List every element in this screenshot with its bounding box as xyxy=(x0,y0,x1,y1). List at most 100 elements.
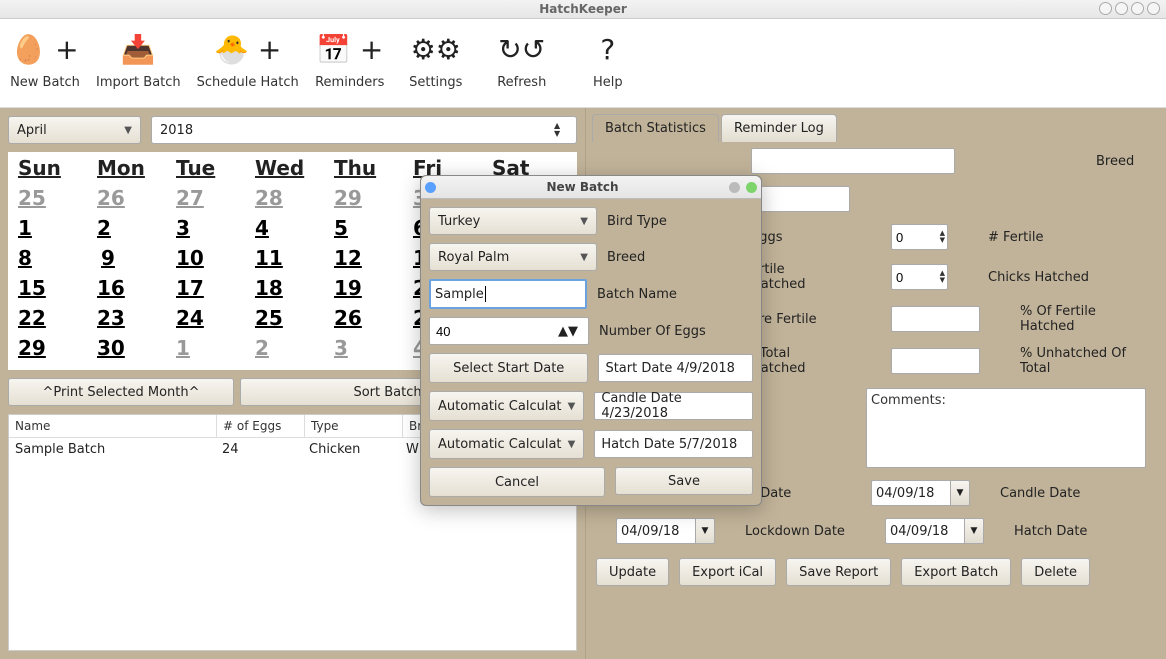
cal-day[interactable]: 2 xyxy=(253,334,332,364)
cal-header-tue: Tue xyxy=(174,154,253,184)
delete-button[interactable]: Delete xyxy=(1021,558,1090,586)
egg-count-value[interactable] xyxy=(434,323,558,340)
hatch-calc-select[interactable]: Automatic Calculat▼ xyxy=(429,429,584,459)
chevron-down-icon[interactable]: ▼ xyxy=(950,480,970,506)
cal-day[interactable]: 11 xyxy=(253,244,332,274)
dialog-minimize-icon[interactable] xyxy=(729,182,740,193)
batch-name-input[interactable]: Sample xyxy=(429,279,587,309)
cal-day[interactable]: 2 xyxy=(95,214,174,244)
breed-field-label: Breed xyxy=(607,250,645,265)
egg-spinner[interactable]: ▲▼ xyxy=(558,324,578,339)
cal-day[interactable]: 12 xyxy=(332,244,411,274)
cal-day[interactable]: 19 xyxy=(332,274,411,304)
month-select[interactable]: April ▼ xyxy=(8,116,141,144)
egg-count-input[interactable]: ▲▼ xyxy=(429,317,589,345)
cal-day[interactable]: 18 xyxy=(253,274,332,304)
cal-day[interactable]: 15 xyxy=(16,274,95,304)
hatch-date-input[interactable]: 04/09/18▼ xyxy=(885,518,984,544)
maximize-icon[interactable] xyxy=(1115,2,1128,15)
cal-day[interactable]: 25 xyxy=(16,184,95,214)
stat-input-2[interactable] xyxy=(751,186,850,212)
cancel-button[interactable]: Cancel xyxy=(429,467,605,497)
hatch-date-value: 04/09/18 xyxy=(885,518,964,544)
import-batch-icon: 📥 xyxy=(103,25,173,73)
cal-day[interactable]: 22 xyxy=(16,304,95,334)
print-month-button[interactable]: ^Print Selected Month^ xyxy=(8,378,234,406)
fertile-value[interactable] xyxy=(892,229,930,246)
settings-button[interactable]: ⚙⚙Settings xyxy=(395,25,477,90)
candle-calc-select[interactable]: Automatic Calculat▼ xyxy=(429,391,584,421)
cal-day[interactable]: 1 xyxy=(174,334,253,364)
cal-day[interactable]: 29 xyxy=(16,334,95,364)
schedule-hatch-button[interactable]: 🐣 +Schedule Hatch xyxy=(191,25,305,90)
new-batch-button[interactable]: 🥚 +New Batch xyxy=(4,25,86,90)
select-start-date-button[interactable]: Select Start Date xyxy=(429,353,588,383)
col-eggs[interactable]: # of Eggs xyxy=(217,415,305,437)
settings-label: Settings xyxy=(409,75,462,90)
comments-box[interactable]: Comments: xyxy=(866,388,1146,468)
pct-fertile-input[interactable] xyxy=(891,306,980,332)
save-button[interactable]: Save xyxy=(615,467,753,495)
pct-unhatched-input[interactable] xyxy=(891,348,980,374)
export-batch-button[interactable]: Export Batch xyxy=(901,558,1011,586)
dialog-titlebar[interactable]: New Batch xyxy=(421,176,761,199)
cell-eggs: 24 xyxy=(216,438,303,461)
start-date-display[interactable]: Start Date 4/9/2018 xyxy=(598,354,753,382)
cal-day[interactable]: 27 xyxy=(174,184,253,214)
update-button[interactable]: Update xyxy=(596,558,669,586)
close-icon[interactable] xyxy=(1131,2,1144,15)
help-button[interactable]: ?Help xyxy=(567,25,649,90)
cal-day[interactable]: 4 xyxy=(253,214,332,244)
cal-day[interactable]: 26 xyxy=(332,304,411,334)
cal-day[interactable]: 10 xyxy=(174,244,253,274)
minimize-icon[interactable] xyxy=(1099,2,1112,15)
breed-select[interactable]: Royal Palm▼ xyxy=(429,243,597,271)
bird-type-select[interactable]: Turkey▼ xyxy=(429,207,597,235)
refresh-button[interactable]: ↻↺Refresh xyxy=(481,25,563,90)
reminders-button[interactable]: 📅 +Reminders xyxy=(309,25,391,90)
cal-day[interactable]: 3 xyxy=(174,214,253,244)
year-input[interactable]: 2018 ▲▼ xyxy=(151,116,577,144)
extra-window-icon[interactable] xyxy=(1147,2,1160,15)
cal-day[interactable]: 1 xyxy=(16,214,95,244)
cal-day[interactable]: 26 xyxy=(95,184,174,214)
dialog-menu-icon[interactable] xyxy=(425,182,436,193)
stat-input-1[interactable] xyxy=(751,148,955,174)
of-total-label: f Total Hatched xyxy=(751,346,881,376)
chicks-value[interactable] xyxy=(892,269,930,286)
cal-day[interactable]: 17 xyxy=(174,274,253,304)
col-type[interactable]: Type xyxy=(305,415,403,437)
hatch-date-label: Hatch Date xyxy=(1014,524,1144,539)
fertile-input[interactable]: ▲▼ xyxy=(891,224,948,250)
tab-reminder-log[interactable]: Reminder Log xyxy=(721,114,837,142)
import-batch-button[interactable]: 📥Import Batch xyxy=(90,25,187,90)
candle-date-display[interactable]: Candle Date 4/23/2018 xyxy=(594,392,753,420)
export-ical-button[interactable]: Export iCal xyxy=(679,558,776,586)
lockdown-date-left[interactable]: 04/09/18▼ xyxy=(616,518,715,544)
tab-batch-statistics[interactable]: Batch Statistics xyxy=(592,114,719,142)
cal-day[interactable]: 24 xyxy=(174,304,253,334)
hatch-date-display[interactable]: Hatch Date 5/7/2018 xyxy=(594,430,753,458)
cal-day[interactable]: 29 xyxy=(332,184,411,214)
save-report-button[interactable]: Save Report xyxy=(786,558,891,586)
dialog-maximize-icon[interactable] xyxy=(746,182,757,193)
cal-day[interactable]: 25 xyxy=(253,304,332,334)
lockdown-date-value-left: 04/09/18 xyxy=(616,518,695,544)
fertile-hatched-label: ertile Hatched xyxy=(751,262,881,292)
col-name[interactable]: Name xyxy=(9,415,217,437)
cal-day[interactable]: 28 xyxy=(253,184,332,214)
cal-day[interactable]: 30 xyxy=(95,334,174,364)
chevron-down-icon[interactable]: ▼ xyxy=(695,518,715,544)
chicks-input[interactable]: ▲▼ xyxy=(891,264,948,290)
cal-day[interactable]: 5 xyxy=(332,214,411,244)
candle-date-input[interactable]: 04/09/18▼ xyxy=(871,480,970,506)
cal-day[interactable]: 9 xyxy=(95,244,174,274)
cal-day[interactable]: 8 xyxy=(16,244,95,274)
cal-day[interactable]: 16 xyxy=(95,274,174,304)
cal-day[interactable]: 3 xyxy=(332,334,411,364)
breed-value: Royal Palm xyxy=(438,250,509,265)
chevron-down-icon[interactable]: ▼ xyxy=(964,518,984,544)
new-batch-dialog: New Batch Turkey▼ Bird Type Royal Palm▼ … xyxy=(420,175,762,506)
year-spinner[interactable]: ▲▼ xyxy=(554,122,568,138)
cal-day[interactable]: 23 xyxy=(95,304,174,334)
